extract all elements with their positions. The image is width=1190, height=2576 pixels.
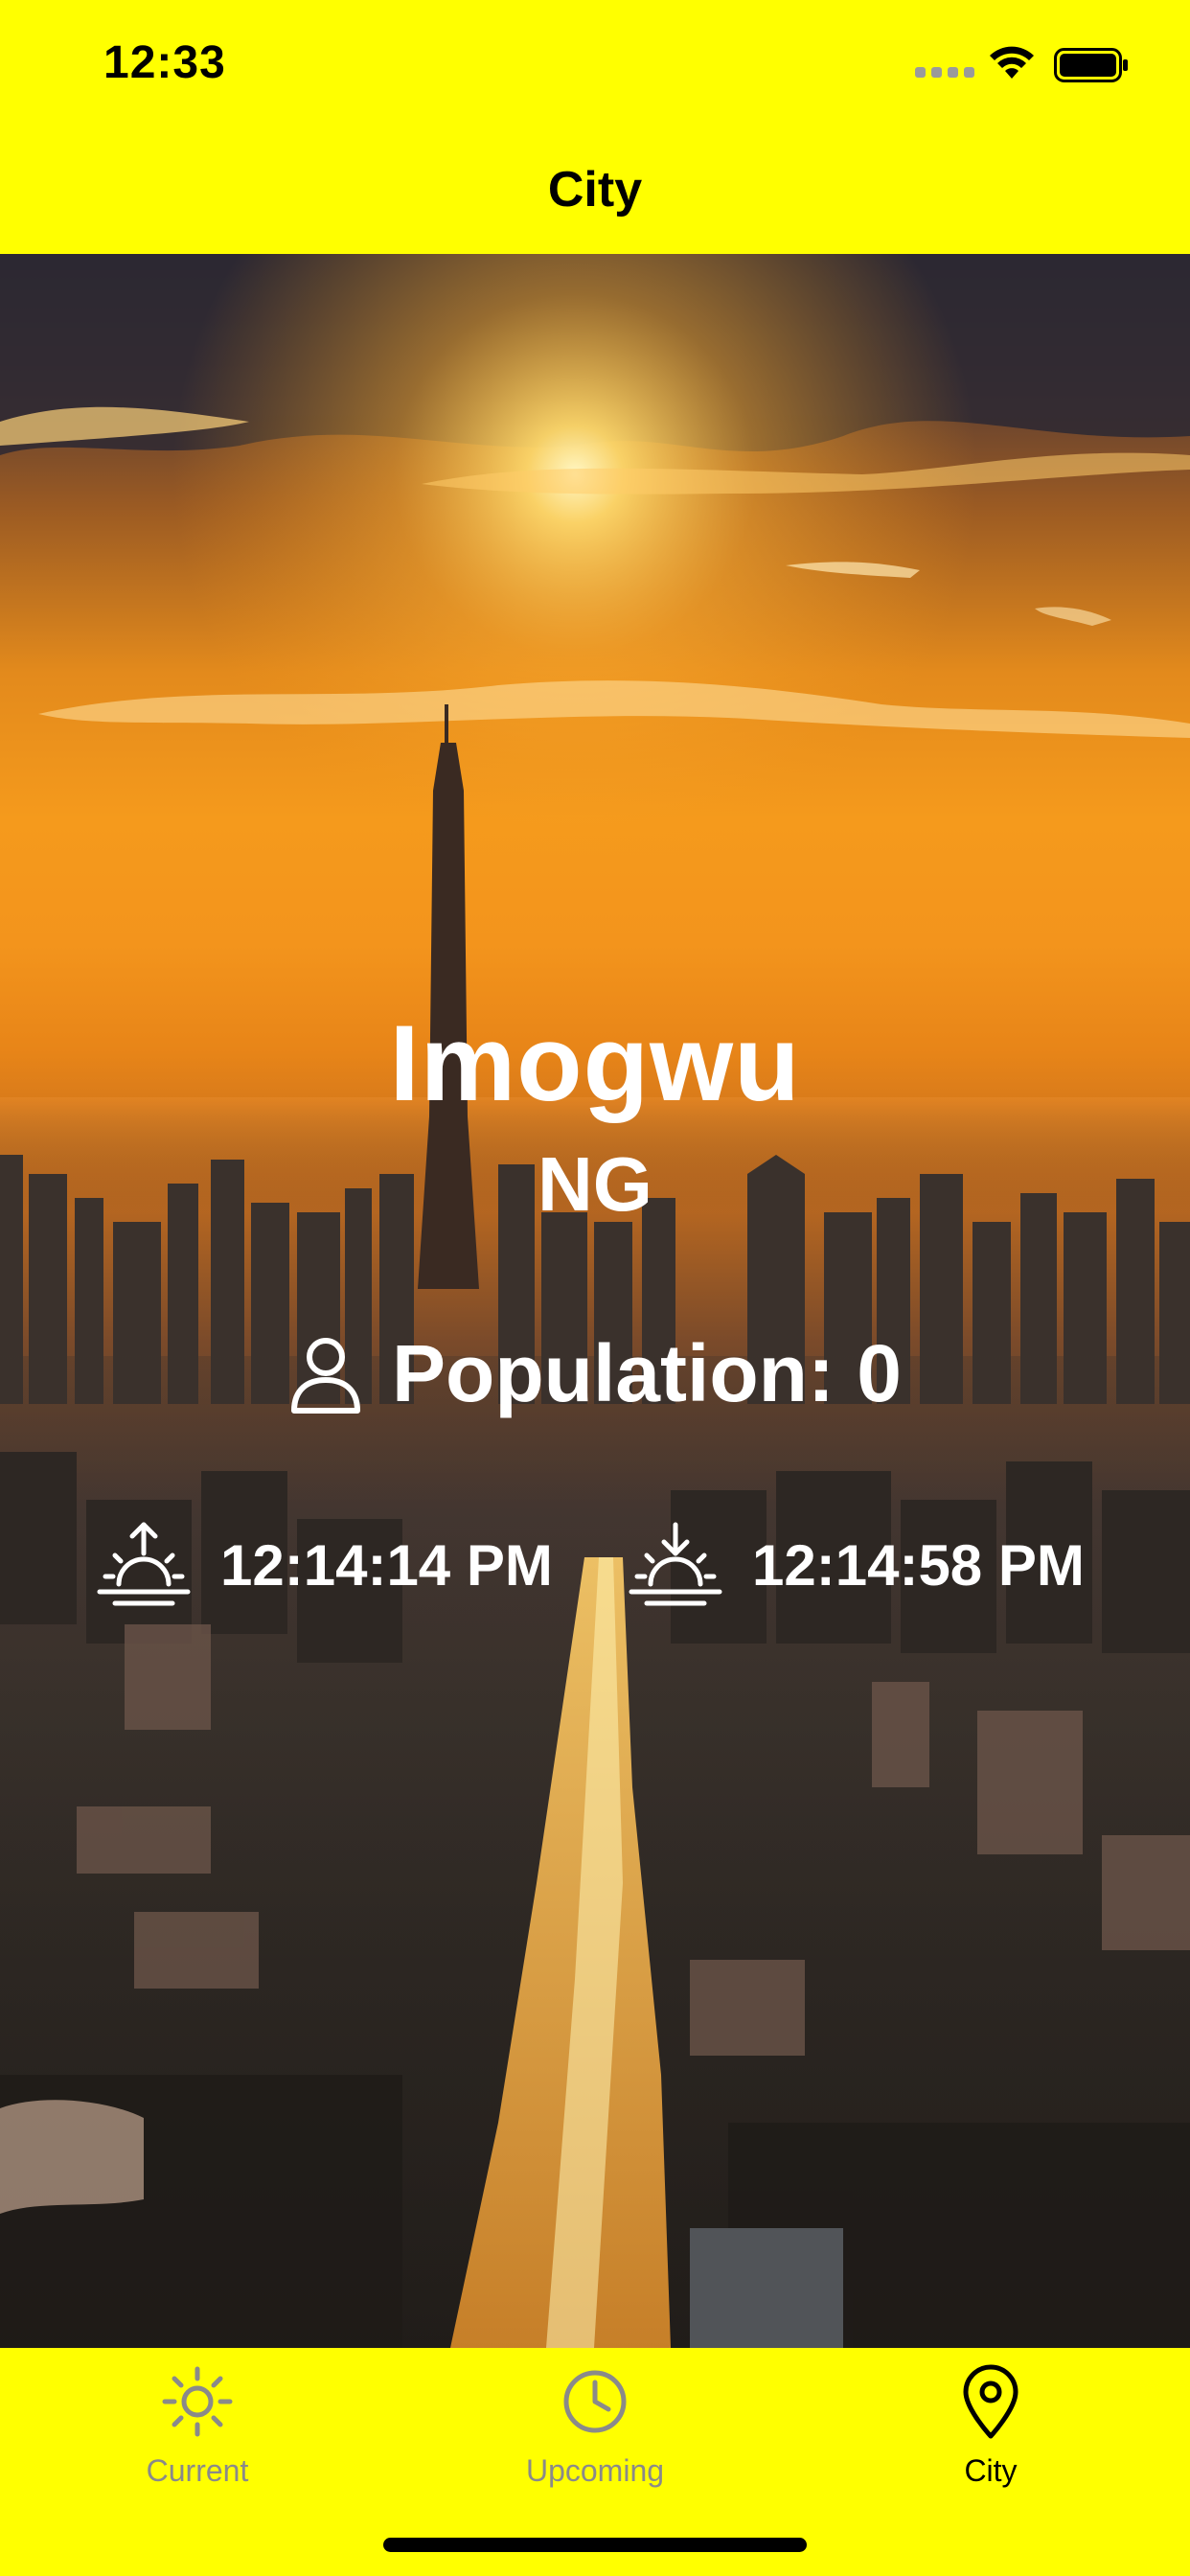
- city-name: Imogwu: [389, 1003, 801, 1123]
- tab-upcoming-label: Upcoming: [525, 2453, 665, 2488]
- skyline-illustration: [0, 254, 1190, 2348]
- sunset-icon: [629, 1522, 722, 1606]
- sun-icon: [162, 2366, 233, 2437]
- map-pin-icon: [963, 2364, 1018, 2439]
- population-row: Population: 0: [0, 1327, 1190, 1420]
- status-time: 12:33: [103, 37, 226, 88]
- clock-icon: [563, 2370, 627, 2433]
- tab-upcoming[interactable]: Upcoming: [451, 2363, 739, 2489]
- tab-city-label: City: [964, 2453, 1018, 2488]
- home-indicator[interactable]: [383, 2538, 807, 2552]
- population-text: Population: 0: [392, 1328, 902, 1418]
- sunrise-icon: [97, 1522, 191, 1606]
- country-code: NG: [538, 1141, 652, 1227]
- tab-city[interactable]: City: [847, 2363, 1134, 2489]
- tab-current-label: Current: [146, 2453, 249, 2488]
- tab-current[interactable]: Current: [54, 2363, 341, 2489]
- sun-times-row: 12:14:14 PM 12:14:58 PM: [0, 1517, 1190, 1622]
- city-background-image: Imogwu NG Population: 0 12:14:14 PM 12:1…: [0, 254, 1190, 2348]
- page-title: City: [547, 162, 643, 218]
- city-screen: 12:33 City Imogwu NG Population: 0 12:14…: [0, 0, 1190, 2576]
- sunrise-item: 12:14:14 PM: [96, 1517, 553, 1613]
- cellular-signal-icon: [915, 67, 974, 78]
- wifi-icon: [990, 46, 1034, 79]
- sunset-item: 12:14:58 PM: [628, 1517, 1085, 1613]
- sunrise-time: 12:14:14 PM: [220, 1532, 553, 1598]
- battery-icon: [1054, 48, 1128, 82]
- person-icon: [291, 1337, 360, 1414]
- top-bar: 12:33 City: [0, 0, 1190, 254]
- tab-bar: Current Upcoming City: [0, 2348, 1190, 2576]
- sunset-time: 12:14:58 PM: [752, 1532, 1085, 1598]
